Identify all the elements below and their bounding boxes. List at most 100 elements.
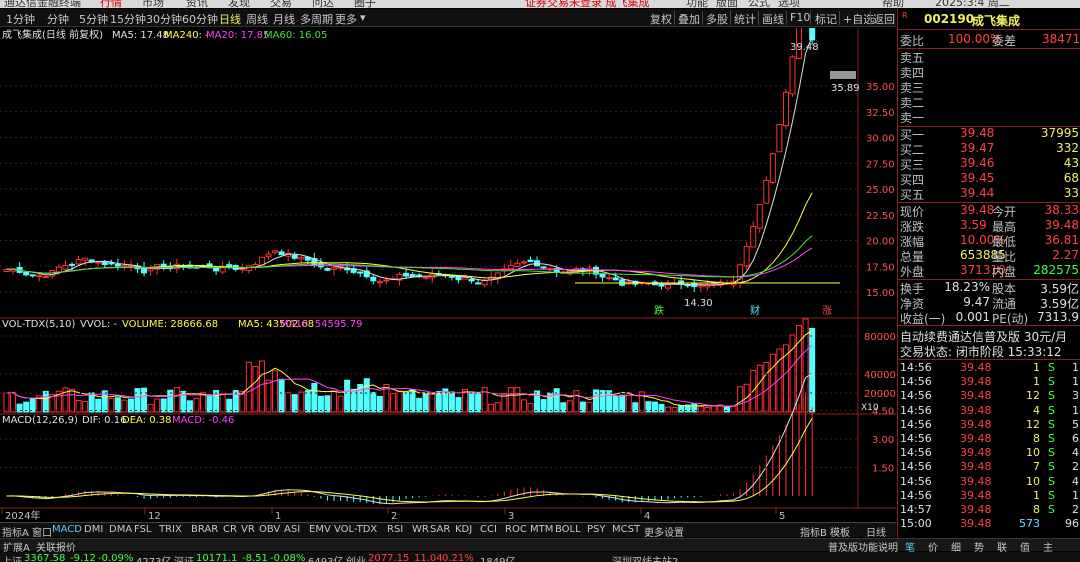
adjust-button[interactable]: 复权: [650, 11, 672, 27]
mark-button[interactable]: 标记: [815, 11, 837, 27]
indicator-right-tab-0[interactable]: 指标B: [800, 524, 827, 539]
indicator-tab-13[interactable]: VOL-TDX: [334, 524, 377, 535]
period-monthly[interactable]: 月线: [273, 11, 295, 27]
period-min[interactable]: 分钟: [47, 11, 69, 27]
volume-bar: [291, 394, 298, 413]
promo-row[interactable]: 自动续费通达信普及版 30元/月: [898, 328, 1080, 344]
period-60min[interactable]: 60分钟: [182, 11, 218, 27]
indicator-tab-12[interactable]: EMV: [309, 524, 331, 535]
period-more-arrow-icon[interactable]: ▾: [360, 11, 366, 24]
tick-volume: 8: [1033, 503, 1040, 516]
menu-function[interactable]: 功能: [686, 0, 708, 8]
indicator-tab-18[interactable]: CCI: [480, 524, 497, 535]
index-name: 创业: [346, 553, 366, 562]
tick-volume: 7: [1033, 460, 1040, 474]
stock-heading: R 002190 成飞集成: [898, 11, 1080, 28]
volume-bar: [756, 364, 763, 413]
menu-shichang[interactable]: 市场: [142, 0, 164, 8]
menu-layout[interactable]: 版面: [716, 0, 738, 8]
period-daily[interactable]: 日线: [219, 11, 241, 27]
macd-value-label: MACD: -0.46: [172, 415, 234, 426]
index-value: 10171.1: [196, 553, 238, 562]
date-tick-label: 12: [148, 511, 161, 522]
indicator-tab-0[interactable]: 指标A: [2, 524, 29, 539]
indicator-tab-7[interactable]: BRAR: [191, 524, 218, 535]
indicator-tab-16[interactable]: SAR: [430, 524, 450, 535]
indicator-tab-17[interactable]: KDJ: [455, 524, 472, 535]
stats-button[interactable]: 统计: [734, 11, 756, 27]
die-marker: 跌: [654, 304, 664, 317]
indicator-tab-9[interactable]: VR: [241, 524, 255, 535]
indicator-tab-25[interactable]: 设置: [664, 524, 684, 539]
candle-body: [147, 268, 154, 272]
indicator-tab-23[interactable]: MCST: [612, 524, 640, 535]
indicator-right-tab-2[interactable]: 日线: [866, 524, 886, 539]
volume-bar: [389, 393, 396, 413]
volume-bar: [331, 390, 337, 413]
candle-body: [756, 204, 763, 229]
volume-bar: [134, 388, 141, 413]
tick-price: 39.48: [960, 446, 992, 460]
back-button[interactable]: 返回: [873, 11, 895, 27]
menu-wenda[interactable]: 问达: [312, 0, 334, 8]
period-5min[interactable]: 5分钟: [79, 11, 108, 27]
kline-chart[interactable]: 35.00 32.50 30.00 27.50 25.00 22.50 20.00 17.50…: [0, 0, 896, 522]
indicator-tab-10[interactable]: OBV: [259, 524, 280, 535]
period-weekly[interactable]: 周线: [246, 11, 268, 27]
indicator-right-tab-1[interactable]: 模板: [830, 524, 850, 539]
indicator-tab-14[interactable]: RSI: [387, 524, 403, 535]
indicator-tab-5[interactable]: FSL: [134, 524, 152, 535]
menu-app-name[interactable]: 通达信金融终端: [4, 0, 81, 8]
volume-bar: [704, 407, 711, 413]
quote-stat-row: 现价 39.48 今开 38.33: [898, 203, 1080, 219]
tick-side: S: [1048, 446, 1055, 460]
f10-button[interactable]: F10: [790, 11, 810, 24]
tick-price: 39.48: [960, 375, 992, 389]
menu-help[interactable]: 帮助: [882, 0, 904, 8]
r-badge-icon: R: [902, 11, 908, 20]
candle-body: [62, 264, 69, 270]
fund-value: 9.47: [963, 295, 990, 309]
period-multi[interactable]: 多周期: [300, 11, 333, 27]
menu-market[interactable]: 行情: [100, 0, 122, 8]
indicator-tab-11[interactable]: ASI: [284, 524, 300, 535]
draw-line-button[interactable]: 画线: [762, 11, 784, 27]
bid-row: 买二 39.47 332: [898, 141, 1080, 157]
menu-discover[interactable]: 发现: [228, 0, 250, 8]
multi-stock-button[interactable]: 多股: [706, 11, 728, 27]
menu-circle[interactable]: 圈子: [354, 0, 376, 8]
date-tick-label: 4: [644, 511, 650, 522]
menu-news[interactable]: 资讯: [186, 0, 208, 8]
tick-time: 14:56: [900, 432, 932, 445]
tick-count: 1: [1072, 361, 1079, 374]
indicator-tab-2[interactable]: MACD: [52, 524, 82, 535]
period-more[interactable]: 更多: [335, 11, 357, 27]
indicator-tab-1[interactable]: 窗口: [32, 524, 52, 539]
indicator-tab-22[interactable]: PSY: [587, 524, 606, 535]
indicator-tab-6[interactable]: TRIX: [159, 524, 182, 535]
overlay-button[interactable]: 叠加: [678, 11, 700, 27]
volume-bar: [475, 391, 482, 413]
tick-row: 14:56 39.48 10 S 4: [898, 446, 1080, 460]
bid-volume: 33: [1063, 186, 1079, 200]
price-highlight-box: [830, 71, 856, 79]
indicator-tab-20[interactable]: MTM: [530, 524, 553, 535]
tick-price: 39.48: [960, 503, 992, 516]
indicator-tab-3[interactable]: DMI: [84, 524, 103, 535]
menu-formula[interactable]: 公式: [748, 0, 770, 8]
kline-chart-area[interactable]: 35.00 32.50 30.00 27.50 25.00 22.50 20.00 17.50…: [0, 0, 896, 522]
indicator-tab-19[interactable]: ROC: [505, 524, 527, 535]
period-30min[interactable]: 30分钟: [146, 11, 182, 27]
menu-trade[interactable]: 交易: [270, 0, 292, 8]
indicator-tab-15[interactable]: WR: [412, 524, 429, 535]
stat-value: 282575: [1033, 263, 1079, 277]
indicator-tab-24[interactable]: 更多: [644, 524, 664, 539]
indicator-tab-4[interactable]: DMA: [109, 524, 132, 535]
indicator-tab-8[interactable]: CR: [223, 524, 237, 535]
tick-row: 14:56 39.48 8 S 6: [898, 432, 1080, 446]
candle-body: [95, 261, 102, 264]
menu-options[interactable]: 选项: [778, 0, 800, 8]
period-15min[interactable]: 15分钟: [110, 11, 146, 27]
period-1min[interactable]: 1分钟: [6, 11, 35, 27]
indicator-tab-21[interactable]: BOLL: [555, 524, 581, 535]
